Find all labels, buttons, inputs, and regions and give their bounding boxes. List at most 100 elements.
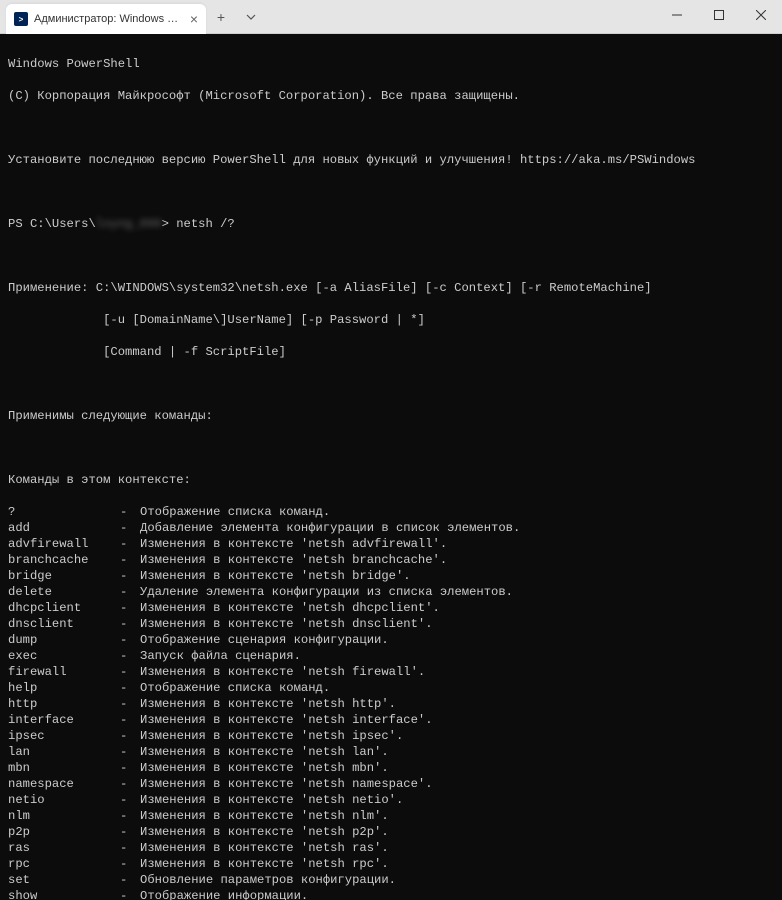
command-name: lan <box>8 744 120 760</box>
output-line: Применимы следующие команды: <box>8 408 774 424</box>
command-name: ipsec <box>8 728 120 744</box>
command-row: lan- Изменения в контексте 'netsh lan'. <box>8 744 774 760</box>
command-name: interface <box>8 712 120 728</box>
output-line <box>8 440 774 456</box>
command-desc: Изменения в контексте 'netsh dhcpclient'… <box>140 600 440 616</box>
command-name: firewall <box>8 664 120 680</box>
command-name: dhcpclient <box>8 600 120 616</box>
command-name: ras <box>8 840 120 856</box>
terminal-output[interactable]: Windows PowerShell (C) Корпорация Майкро… <box>0 34 782 900</box>
command-row: branchcache- Изменения в контексте 'nets… <box>8 552 774 568</box>
prompt-line: PS C:\Users\loyng_000> netsh /? <box>8 216 774 232</box>
command-row: dnsclient- Изменения в контексте 'netsh … <box>8 616 774 632</box>
output-line <box>8 120 774 136</box>
command-desc: Отображение списка команд. <box>140 504 330 520</box>
output-line: Применение: C:\WINDOWS\system32\netsh.ex… <box>8 280 774 296</box>
command-name: set <box>8 872 120 888</box>
command-row: ras- Изменения в контексте 'netsh ras'. <box>8 840 774 856</box>
command-row: namespace- Изменения в контексте 'netsh … <box>8 776 774 792</box>
output-line <box>8 376 774 392</box>
active-tab[interactable]: > Администратор: Windows Powe × <box>6 4 206 34</box>
new-tab-button[interactable]: + <box>206 2 236 32</box>
command-desc: Изменения в контексте 'netsh branchcache… <box>140 552 447 568</box>
command-desc: Изменения в контексте 'netsh ras'. <box>140 840 389 856</box>
command-desc: Изменения в контексте 'netsh lan'. <box>140 744 389 760</box>
command-row: nlm- Изменения в контексте 'netsh nlm'. <box>8 808 774 824</box>
close-tab-button[interactable]: × <box>190 12 198 26</box>
command-desc: Запуск файла сценария. <box>140 648 301 664</box>
chevron-down-icon <box>245 11 257 23</box>
command-desc: Изменения в контексте 'netsh netio'. <box>140 792 403 808</box>
tab-title: Администратор: Windows Powe <box>34 13 184 25</box>
minimize-icon <box>672 10 682 20</box>
command-row: interface- Изменения в контексте 'netsh … <box>8 712 774 728</box>
command-name: rpc <box>8 856 120 872</box>
command-row: dhcpclient- Изменения в контексте 'netsh… <box>8 600 774 616</box>
command-row: exec- Запуск файла сценария. <box>8 648 774 664</box>
command-name: help <box>8 680 120 696</box>
command-desc: Отображение списка команд. <box>140 680 330 696</box>
powershell-icon: > <box>14 12 28 26</box>
output-line: (C) Корпорация Майкрософт (Microsoft Cor… <box>8 88 774 104</box>
command-name: netio <box>8 792 120 808</box>
output-line: Команды в этом контексте: <box>8 472 774 488</box>
window-controls <box>656 0 782 30</box>
command-desc: Отображение информации. <box>140 888 308 900</box>
command-row: ipsec- Изменения в контексте 'netsh ipse… <box>8 728 774 744</box>
command-desc: Изменения в контексте 'netsh ipsec'. <box>140 728 403 744</box>
command-desc: Изменения в контексте 'netsh advfirewall… <box>140 536 447 552</box>
command-name: nlm <box>8 808 120 824</box>
command-desc: Изменения в контексте 'netsh namespace'. <box>140 776 433 792</box>
command-desc: Удаление элемента конфигурации из списка… <box>140 584 513 600</box>
command-desc: Изменения в контексте 'netsh rpc'. <box>140 856 389 872</box>
command-row: dump- Отображение сценария конфигурации. <box>8 632 774 648</box>
tab-dropdown-button[interactable] <box>236 2 266 32</box>
command-name: show <box>8 888 120 900</box>
command-name: branchcache <box>8 552 120 568</box>
output-line: Установите последнюю версию PowerShell д… <box>8 152 774 168</box>
command-name: namespace <box>8 776 120 792</box>
command-row: advfirewall- Изменения в контексте 'nets… <box>8 536 774 552</box>
command-name: exec <box>8 648 120 664</box>
titlebar: > Администратор: Windows Powe × + <box>0 0 782 34</box>
command-row: p2p- Изменения в контексте 'netsh p2p'. <box>8 824 774 840</box>
command-row: bridge- Изменения в контексте 'netsh bri… <box>8 568 774 584</box>
command-desc: Добавление элемента конфигурации в списо… <box>140 520 520 536</box>
command-row: add- Добавление элемента конфигурации в … <box>8 520 774 536</box>
output-line: [Command | -f ScriptFile] <box>8 344 774 360</box>
command-desc: Отображение сценария конфигурации. <box>140 632 389 648</box>
command-row: netio- Изменения в контексте 'netsh neti… <box>8 792 774 808</box>
command-desc: Изменения в контексте 'netsh dnsclient'. <box>140 616 433 632</box>
command-desc: Изменения в контексте 'netsh http'. <box>140 696 396 712</box>
command-name: bridge <box>8 568 120 584</box>
close-window-button[interactable] <box>740 0 782 30</box>
command-row: firewall- Изменения в контексте 'netsh f… <box>8 664 774 680</box>
command-row: http- Изменения в контексте 'netsh http'… <box>8 696 774 712</box>
command-name: mbn <box>8 760 120 776</box>
command-row: help- Отображение списка команд. <box>8 680 774 696</box>
command-desc: Обновление параметров конфигурации. <box>140 872 396 888</box>
output-line <box>8 184 774 200</box>
command-desc: Изменения в контексте 'netsh interface'. <box>140 712 433 728</box>
command-name: ? <box>8 504 120 520</box>
maximize-button[interactable] <box>698 0 740 30</box>
command-row: rpc- Изменения в контексте 'netsh rpc'. <box>8 856 774 872</box>
command-row: set- Обновление параметров конфигурации. <box>8 872 774 888</box>
command-desc: Изменения в контексте 'netsh p2p'. <box>140 824 389 840</box>
command-desc: Изменения в контексте 'netsh mbn'. <box>140 760 389 776</box>
minimize-button[interactable] <box>656 0 698 30</box>
command-desc: Изменения в контексте 'netsh bridge'. <box>140 568 411 584</box>
command-name: p2p <box>8 824 120 840</box>
output-line: Windows PowerShell <box>8 56 774 72</box>
command-row: show- Отображение информации. <box>8 888 774 900</box>
command-row: delete- Удаление элемента конфигурации и… <box>8 584 774 600</box>
command-name: dnsclient <box>8 616 120 632</box>
output-line <box>8 248 774 264</box>
output-line: [-u [DomainName\]UserName] [-p Password … <box>8 312 774 328</box>
command-name: advfirewall <box>8 536 120 552</box>
command-name: http <box>8 696 120 712</box>
command-desc: Изменения в контексте 'netsh firewall'. <box>140 664 425 680</box>
command-desc: Изменения в контексте 'netsh nlm'. <box>140 808 389 824</box>
command-row: ?- Отображение списка команд. <box>8 504 774 520</box>
command-name: delete <box>8 584 120 600</box>
